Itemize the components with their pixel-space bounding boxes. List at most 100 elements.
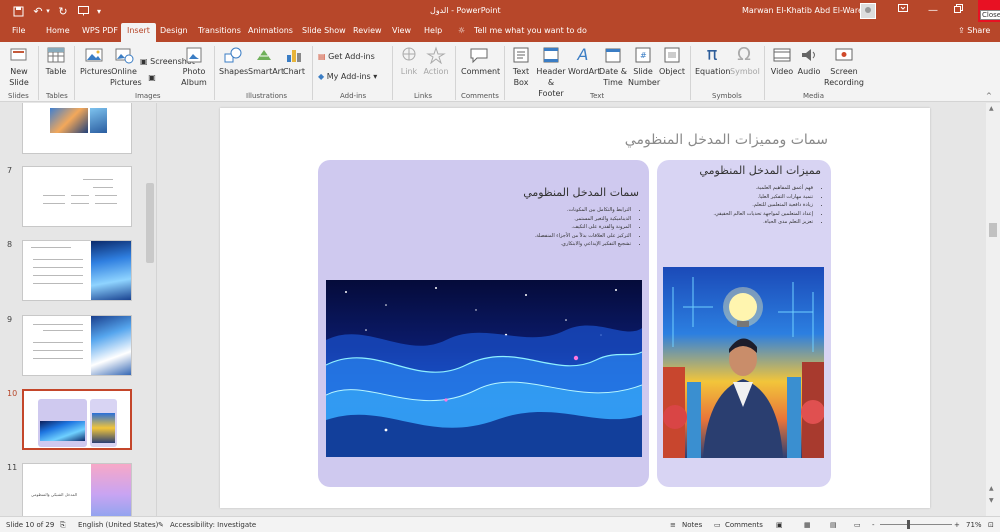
thumbnail-text-line — [71, 203, 89, 204]
left-card[interactable]: سمات المدخل المنظومي الترابط والتكامل بي… — [318, 160, 649, 487]
customize-qat-icon[interactable]: ▾ — [94, 3, 104, 19]
close-button[interactable]: Close — [978, 0, 1000, 22]
boy-lightbulb-image[interactable] — [663, 267, 824, 458]
avatar[interactable] — [860, 3, 876, 19]
group-label-links: Links — [414, 92, 432, 100]
language-indicator[interactable]: English (United States) — [78, 521, 158, 529]
tab-slide-show[interactable]: Slide Show — [302, 26, 346, 35]
collapse-ribbon-icon[interactable]: ^ — [986, 92, 992, 100]
tab-file[interactable]: File — [12, 26, 25, 35]
tab-review[interactable]: Review — [353, 26, 382, 35]
slide-thumbnail-11[interactable]: المدخل الشبكي والمنظومي — [22, 463, 132, 516]
thumbnail-text-line — [43, 195, 65, 196]
get-addins-button[interactable]: ▤ Get Add-ins — [318, 51, 375, 62]
tab-insert[interactable]: Insert — [121, 23, 156, 42]
slide-title[interactable]: سمات وممیزات المدخل المنظومي — [618, 132, 828, 148]
slide-thumbnail-9[interactable] — [22, 315, 132, 376]
next-slide-icon[interactable]: ▼ — [989, 497, 994, 504]
zoom-in-button[interactable]: + — [954, 521, 960, 529]
chart-button[interactable]: Chart — [282, 46, 306, 77]
dropdown-arrow-icon: ▾ — [373, 72, 378, 81]
thumbnails-scrollbar[interactable] — [146, 183, 154, 263]
date-time-button[interactable]: Date & Time — [599, 46, 627, 88]
text-box-button[interactable]: Text Box — [509, 46, 533, 88]
smartart-button[interactable]: SmartArt — [248, 46, 284, 77]
spelling-icon[interactable]: ⎘ — [60, 521, 66, 530]
reading-view-icon[interactable]: ▤ — [830, 521, 837, 529]
tab-wps-pdf[interactable]: WPS PDF — [82, 26, 118, 35]
my-addins-button[interactable]: ◆ My Add-ins ▾ — [318, 71, 377, 82]
speaker-icon — [802, 49, 815, 61]
left-card-bullets[interactable]: الترابط والتكامل بين المكونات. الديناميك… — [535, 206, 639, 249]
tab-animations[interactable]: Animations — [248, 26, 293, 35]
left-card-title[interactable]: سمات المدخل المنظومي — [523, 186, 639, 199]
screenshot-button[interactable]: ▣ Screenshot — [140, 56, 195, 67]
tab-help[interactable]: Help — [424, 26, 442, 35]
right-card[interactable]: ممیزات المدخل المنظومي فهم أعمق للمفاهيم… — [657, 160, 831, 487]
zoom-slider-thumb[interactable] — [907, 520, 910, 529]
present-icon[interactable] — [76, 3, 90, 19]
audio-button[interactable]: Audio — [797, 46, 821, 77]
scroll-up-icon[interactable]: ▲ — [989, 105, 994, 112]
ribbon-display-options-icon[interactable] — [895, 3, 911, 19]
link-button[interactable]: Link — [398, 46, 420, 77]
pictures-button[interactable]: Pictures — [80, 46, 112, 77]
screenshot-extra-icon[interactable]: ▣ — [146, 72, 158, 83]
object-button[interactable]: Object — [659, 46, 685, 77]
header-footer-button[interactable]: Header & Footer — [535, 46, 567, 99]
accessibility-icon[interactable]: ✎ — [158, 521, 164, 529]
slide-thumbnail-8[interactable] — [22, 240, 132, 301]
photo-album-button[interactable]: Photo Album — [180, 46, 208, 88]
symbol-button[interactable]: Ω Symbol — [730, 46, 760, 77]
previous-slide-icon[interactable]: ▲ — [989, 485, 994, 492]
neon-waves-image[interactable] — [326, 280, 642, 457]
slide-sorter-icon[interactable]: ▦ — [804, 521, 811, 529]
equation-button[interactable]: π Equation — [695, 46, 730, 77]
restore-icon[interactable] — [950, 3, 966, 19]
slide-thumbnail-10[interactable] — [22, 389, 132, 450]
new-slide-button[interactable]: New Slide — [6, 46, 32, 88]
zoom-out-button[interactable]: - — [872, 521, 875, 529]
comment-button[interactable]: Comment — [461, 46, 500, 77]
slide-number-button[interactable]: # Slide Number — [628, 46, 660, 88]
waves-illustration — [326, 287, 642, 457]
tab-view[interactable]: View — [392, 26, 411, 35]
slide-number: 11 — [7, 463, 18, 472]
minimize-icon[interactable]: — — [925, 3, 941, 19]
fit-to-window-icon[interactable]: ⊡ — [988, 521, 994, 529]
slide-scrollbar[interactable]: ▲ ▲ ▼ — [986, 103, 1000, 516]
scrollbar-thumb[interactable] — [989, 223, 997, 237]
zoom-slider[interactable] — [880, 524, 952, 525]
tab-home[interactable]: Home — [46, 26, 70, 35]
list-item: تعزيز التعلم مدى الحياة. — [713, 218, 813, 227]
slideshow-view-icon[interactable]: ▭ — [854, 521, 861, 529]
wordart-button[interactable]: A WordArt — [568, 46, 600, 77]
save-icon[interactable] — [10, 3, 26, 19]
tab-transitions[interactable]: Transitions — [198, 26, 241, 35]
slide-thumbnail-6[interactable] — [22, 103, 132, 154]
table-button[interactable]: Table — [44, 46, 68, 77]
screen-recording-button[interactable]: Screen Recording — [824, 46, 864, 88]
notes-button[interactable]: Notes — [682, 521, 702, 529]
zoom-level[interactable]: 71% — [966, 521, 982, 529]
undo-dropdown-icon[interactable]: ▾ — [44, 3, 52, 19]
accessibility-status[interactable]: Accessibility: Investigate — [170, 521, 256, 529]
tab-design[interactable]: Design — [160, 26, 188, 35]
normal-view-icon[interactable]: ▣ — [776, 521, 783, 529]
thumbnail-text-line — [31, 247, 71, 248]
group-label-slides: Slides — [8, 92, 29, 100]
action-button[interactable]: Action — [423, 46, 449, 77]
video-button[interactable]: Video — [769, 46, 795, 77]
slide-thumbnail-7[interactable] — [22, 166, 132, 227]
right-card-bullets[interactable]: فهم أعمق للمفاهيم العلمية. تنمية مهارات … — [713, 184, 821, 227]
redo-icon[interactable]: ↻ — [56, 3, 70, 19]
comments-button[interactable]: Comments — [725, 521, 763, 529]
notes-icon: ≡ — [670, 521, 676, 529]
right-card-title[interactable]: ممیزات المدخل المنظومي — [699, 164, 821, 177]
share-button[interactable]: ⇪ Share — [958, 26, 990, 35]
tell-me-search[interactable]: Tell me what you want to do — [474, 26, 587, 35]
shapes-button[interactable]: Shapes — [219, 46, 248, 77]
online-pictures-button[interactable]: Online Pictures — [110, 46, 142, 88]
user-name[interactable]: Marwan El-Khatib Abd El-Wares — [742, 6, 867, 15]
slide[interactable]: سمات وممیزات المدخل المنظومي سمات المدخل… — [220, 108, 930, 508]
